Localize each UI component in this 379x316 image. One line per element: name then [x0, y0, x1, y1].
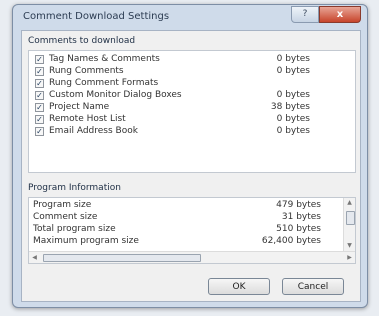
item-size: 38 bytes: [270, 102, 310, 112]
checkbox-tag-names[interactable]: ✓: [35, 55, 44, 64]
info-value: 31 bytes: [281, 212, 321, 222]
item-size: 0 bytes: [276, 66, 310, 76]
info-label: Maximum program size: [33, 236, 139, 246]
checkbox-custom-monitor[interactable]: ✓: [35, 91, 44, 100]
ok-button[interactable]: OK: [208, 278, 270, 295]
scroll-up-arrow-icon[interactable]: ▲: [344, 198, 355, 208]
scroll-right-arrow-icon[interactable]: ▶: [344, 252, 355, 263]
comment-item-tag-names[interactable]: ✓ Tag Names & Comments 0 bytes: [29, 54, 355, 66]
program-info-group-label: Program Information: [28, 183, 121, 193]
horizontal-scrollbar[interactable]: ◀ ▶: [29, 251, 355, 263]
info-value: 510 bytes: [276, 224, 321, 234]
item-size: 0 bytes: [276, 126, 310, 136]
checkbox-email-address-book[interactable]: ✓: [35, 127, 44, 136]
item-label: Rung Comments: [49, 66, 124, 76]
title-bar[interactable]: Comment Download Settings ? x: [13, 5, 367, 29]
item-label: Project Name: [49, 102, 110, 112]
vertical-scroll-thumb[interactable]: [346, 211, 355, 225]
checkbox-remote-host-list[interactable]: ✓: [35, 115, 44, 124]
comment-item-rung-comment-formats[interactable]: ✓ Rung Comment Formats: [29, 78, 355, 90]
dialog-window: Comment Download Settings ? x Comments t…: [12, 4, 368, 308]
info-label: Total program size: [33, 224, 116, 234]
comment-item-email-address-book[interactable]: ✓ Email Address Book 0 bytes: [29, 126, 355, 138]
item-size: 0 bytes: [276, 90, 310, 100]
dialog-body: Comments to download ✓ Tag Names & Comme…: [21, 30, 361, 302]
caption-buttons: ? x: [291, 6, 361, 23]
vertical-scrollbar[interactable]: ▲ ▼: [343, 198, 355, 251]
help-button[interactable]: ?: [291, 6, 319, 23]
checkbox-project-name[interactable]: ✓: [35, 103, 44, 112]
item-label: Custom Monitor Dialog Boxes: [49, 90, 182, 100]
comment-item-custom-monitor[interactable]: ✓ Custom Monitor Dialog Boxes 0 bytes: [29, 90, 355, 102]
item-size: 0 bytes: [276, 114, 310, 124]
info-label: Comment size: [33, 212, 98, 222]
info-row-comment-size: Comment size 31 bytes: [29, 212, 343, 224]
info-value: 479 bytes: [276, 200, 321, 210]
cancel-button[interactable]: Cancel: [282, 278, 344, 295]
checkbox-rung-comments[interactable]: ✓: [35, 67, 44, 76]
comment-item-project-name[interactable]: ✓ Project Name 38 bytes: [29, 102, 355, 114]
comment-item-rung-comments[interactable]: ✓ Rung Comments 0 bytes: [29, 66, 355, 78]
item-label: Rung Comment Formats: [49, 78, 159, 88]
info-value: 62,400 bytes: [261, 236, 321, 246]
item-size: 0 bytes: [276, 54, 310, 64]
dialog-title: Comment Download Settings: [23, 11, 170, 22]
horizontal-scroll-thumb[interactable]: [43, 254, 201, 262]
item-label: Email Address Book: [49, 126, 138, 136]
comment-item-remote-host-list[interactable]: ✓ Remote Host List 0 bytes: [29, 114, 355, 126]
scroll-down-arrow-icon[interactable]: ▼: [344, 241, 355, 251]
info-label: Program size: [33, 200, 92, 210]
checkbox-rung-comment-formats[interactable]: ✓: [35, 79, 44, 88]
scroll-left-arrow-icon[interactable]: ◀: [29, 252, 40, 263]
info-row-program-size: Program size 479 bytes: [29, 200, 343, 212]
comments-checklist: ✓ Tag Names & Comments 0 bytes ✓ Rung Co…: [28, 50, 356, 173]
program-info-list: Program size 479 bytes Comment size 31 b…: [28, 197, 356, 264]
info-row-max-program-size: Maximum program size 62,400 bytes: [29, 236, 343, 248]
item-label: Remote Host List: [49, 114, 126, 124]
comments-group-label: Comments to download: [28, 36, 136, 46]
item-label: Tag Names & Comments: [49, 54, 160, 64]
info-row-total-program-size: Total program size 510 bytes: [29, 224, 343, 236]
close-button[interactable]: x: [319, 6, 361, 23]
